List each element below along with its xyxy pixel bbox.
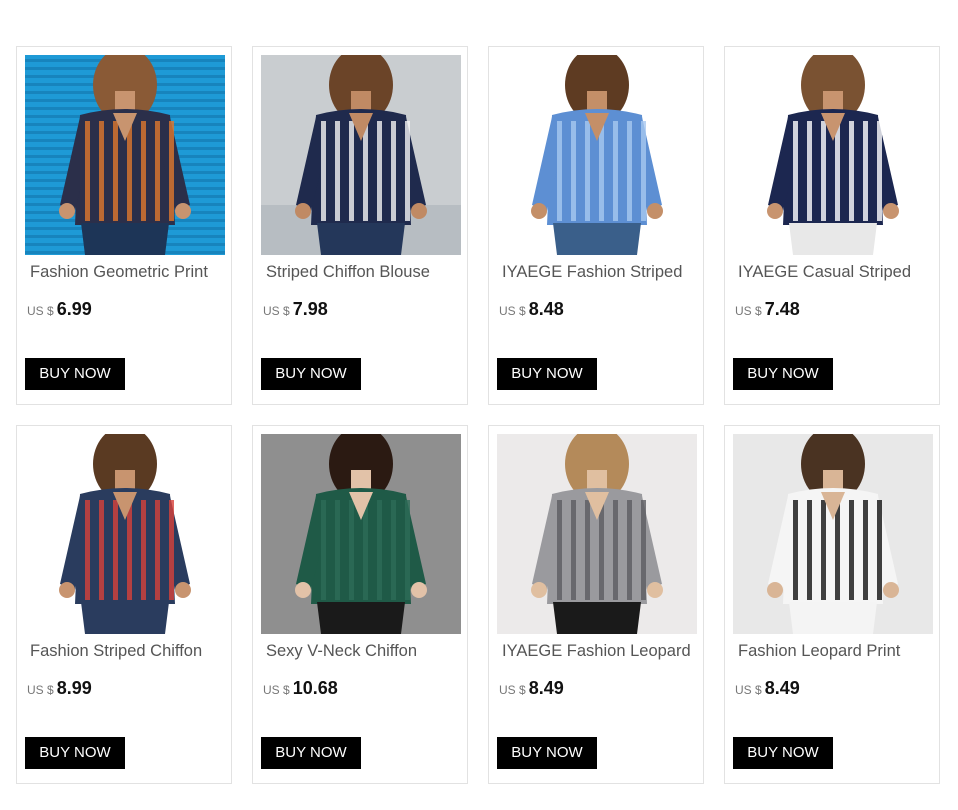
product-image[interactable]	[733, 55, 933, 255]
product-photo	[261, 434, 461, 634]
currency-label: US $	[735, 304, 762, 318]
price-amount: 7.98	[292, 299, 328, 319]
currency-label: US $	[263, 683, 290, 697]
buy-now-button[interactable]: BUY NOW	[497, 358, 597, 390]
product-photo	[497, 55, 697, 255]
product-card[interactable]: Fashion Leopard Print US $8.49 BUY NOW	[724, 425, 940, 784]
product-title[interactable]: Fashion Striped Chiffon	[30, 642, 228, 661]
price-amount: 6.99	[56, 299, 92, 319]
product-image[interactable]	[261, 55, 461, 255]
product-image[interactable]	[25, 55, 225, 255]
product-price: US $7.48	[735, 299, 800, 320]
product-price: US $8.48	[499, 299, 564, 320]
product-card[interactable]: Fashion Geometric Print US $6.99 BUY NOW	[16, 46, 232, 405]
product-card[interactable]: Fashion Striped Chiffon US $8.99 BUY NOW	[16, 425, 232, 784]
product-price: US $7.98	[263, 299, 328, 320]
product-image[interactable]	[25, 434, 225, 634]
buy-now-button[interactable]: BUY NOW	[733, 737, 833, 769]
product-price: US $6.99	[27, 299, 92, 320]
product-title[interactable]: IYAEGE Fashion Striped	[502, 263, 700, 282]
product-card[interactable]: IYAEGE Casual Striped US $7.48 BUY NOW	[724, 46, 940, 405]
product-title[interactable]: IYAEGE Fashion Leopard	[502, 642, 700, 661]
currency-label: US $	[499, 683, 526, 697]
buy-now-button[interactable]: BUY NOW	[25, 737, 125, 769]
currency-label: US $	[263, 304, 290, 318]
currency-label: US $	[499, 304, 526, 318]
price-amount: 8.49	[528, 678, 564, 698]
product-price: US $10.68	[263, 678, 338, 699]
buy-now-button[interactable]: BUY NOW	[261, 358, 361, 390]
product-card[interactable]: Striped Chiffon Blouse US $7.98 BUY NOW	[252, 46, 468, 405]
price-amount: 10.68	[292, 678, 338, 698]
product-photo	[733, 434, 933, 634]
product-price: US $8.49	[499, 678, 564, 699]
product-card[interactable]: Sexy V-Neck Chiffon US $10.68 BUY NOW	[252, 425, 468, 784]
currency-label: US $	[735, 683, 762, 697]
product-photo	[733, 55, 933, 255]
price-amount: 8.49	[764, 678, 800, 698]
price-amount: 7.48	[764, 299, 800, 319]
product-card[interactable]: IYAEGE Fashion Leopard US $8.49 BUY NOW	[488, 425, 704, 784]
buy-now-button[interactable]: BUY NOW	[497, 737, 597, 769]
product-photo	[25, 434, 225, 634]
product-title[interactable]: Striped Chiffon Blouse	[266, 263, 464, 282]
product-title[interactable]: Sexy V-Neck Chiffon	[266, 642, 464, 661]
product-photo	[25, 55, 225, 255]
product-title[interactable]: Fashion Leopard Print	[738, 642, 936, 661]
product-price: US $8.99	[27, 678, 92, 699]
buy-now-button[interactable]: BUY NOW	[25, 358, 125, 390]
product-image[interactable]	[261, 434, 461, 634]
buy-now-button[interactable]: BUY NOW	[733, 358, 833, 390]
product-image[interactable]	[497, 55, 697, 255]
product-photo	[261, 55, 461, 255]
price-amount: 8.48	[528, 299, 564, 319]
buy-now-button[interactable]: BUY NOW	[261, 737, 361, 769]
price-amount: 8.99	[56, 678, 92, 698]
product-image[interactable]	[497, 434, 697, 634]
currency-label: US $	[27, 304, 54, 318]
product-grid: Fashion Geometric Print US $6.99 BUY NOW…	[0, 0, 958, 810]
product-price: US $8.49	[735, 678, 800, 699]
product-title[interactable]: IYAEGE Casual Striped	[738, 263, 936, 282]
product-title[interactable]: Fashion Geometric Print	[30, 263, 228, 282]
product-card[interactable]: IYAEGE Fashion Striped US $8.48 BUY NOW	[488, 46, 704, 405]
product-image[interactable]	[733, 434, 933, 634]
product-photo	[497, 434, 697, 634]
currency-label: US $	[27, 683, 54, 697]
